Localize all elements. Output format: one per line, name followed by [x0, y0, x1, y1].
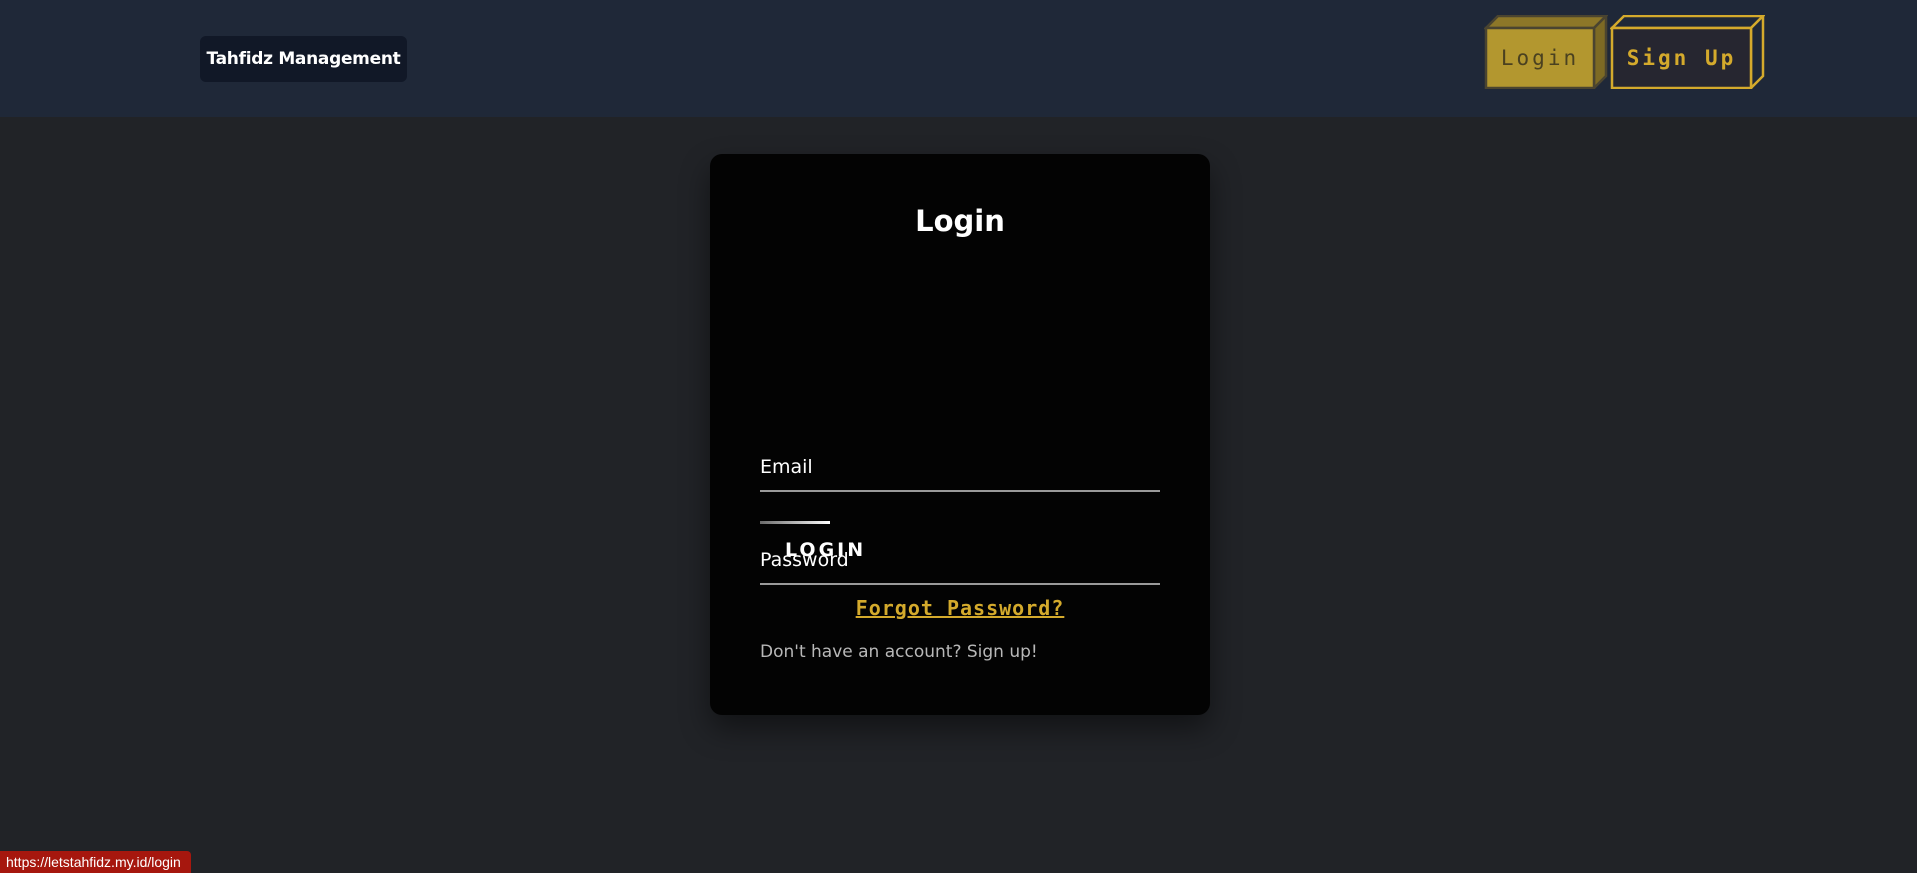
brand-logo[interactable]: Tahfidz Management	[200, 36, 407, 82]
top-navbar: Tahfidz Management Login Sign Up	[0, 0, 1917, 117]
status-bar-url: https://letstahfidz.my.id/login	[0, 851, 191, 873]
nav-login-label: Login	[1500, 46, 1580, 70]
nav-login-button[interactable]: Login	[1484, 15, 1608, 89]
signup-prompt-link[interactable]: Don't have an account? Sign up!	[760, 642, 1038, 662]
login-title: Login	[915, 204, 1005, 238]
login-submit-button[interactable]: LOGIN	[760, 521, 880, 581]
login-button-accent-bar	[760, 521, 830, 524]
login-submit-label: LOGIN	[785, 539, 867, 561]
login-card: Login LOGIN Forgot Password? Don't have …	[710, 154, 1210, 715]
forgot-password-link[interactable]: Forgot Password?	[710, 596, 1210, 620]
nav-signup-button[interactable]: Sign Up	[1610, 15, 1765, 89]
email-field[interactable]	[760, 444, 1160, 492]
nav-signup-label: Sign Up	[1626, 46, 1737, 70]
